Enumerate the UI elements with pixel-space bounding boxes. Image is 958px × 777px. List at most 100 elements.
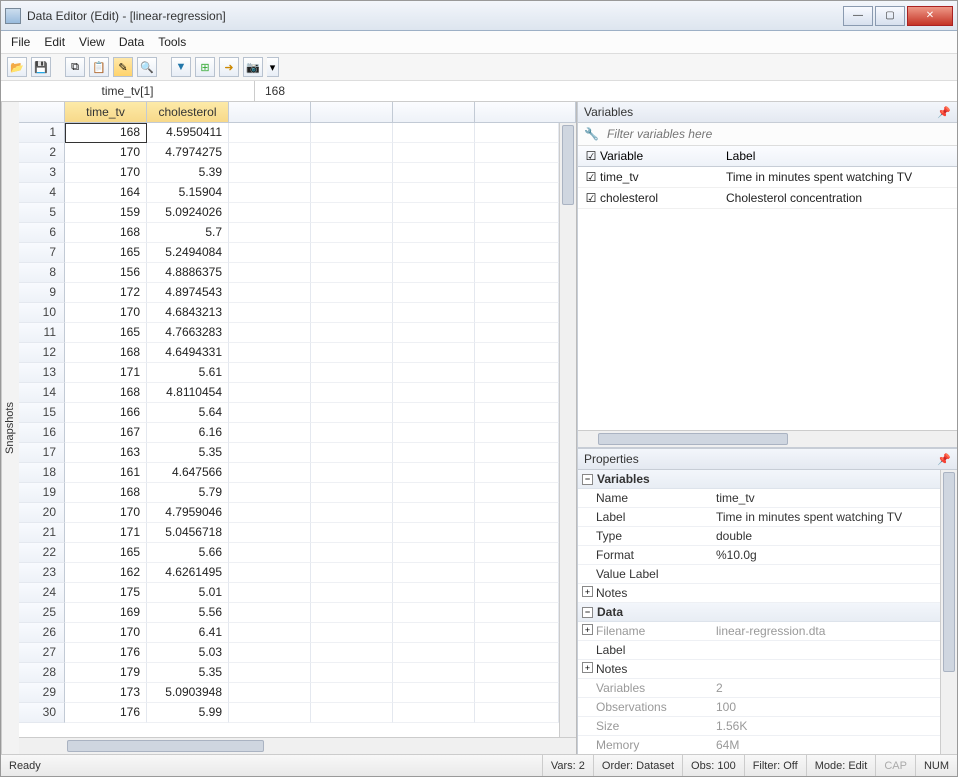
cell-blank[interactable] (475, 643, 559, 663)
row-number[interactable]: 23 (19, 563, 65, 583)
cell-blank[interactable] (229, 263, 311, 283)
cell-blank[interactable] (393, 363, 475, 383)
data-editor-browse-icon[interactable]: 🔍 (137, 57, 157, 77)
property-value[interactable]: 100 (716, 700, 940, 714)
cell[interactable]: 168 (65, 223, 147, 243)
cell[interactable]: 5.0456718 (147, 523, 229, 543)
filter-variables-input[interactable] (605, 126, 951, 142)
cell-blank[interactable] (393, 703, 475, 723)
cell-blank[interactable] (475, 183, 559, 203)
cell[interactable]: 171 (65, 363, 147, 383)
cell-blank[interactable] (393, 523, 475, 543)
cell-blank[interactable] (311, 643, 393, 663)
cell-blank[interactable] (311, 263, 393, 283)
cell-blank[interactable] (393, 623, 475, 643)
cell-blank[interactable] (393, 543, 475, 563)
cell-blank[interactable] (393, 443, 475, 463)
cell-blank[interactable] (475, 363, 559, 383)
cell[interactable]: 176 (65, 703, 147, 723)
row-number[interactable]: 2 (19, 143, 65, 163)
property-row[interactable]: LabelTime in minutes spent watching TV (578, 508, 940, 527)
cell-blank[interactable] (475, 203, 559, 223)
cell[interactable]: 5.61 (147, 363, 229, 383)
cell-blank[interactable] (393, 183, 475, 203)
maximize-button[interactable]: ▢ (875, 6, 905, 26)
cell[interactable]: 172 (65, 283, 147, 303)
label-column-header[interactable]: Label (726, 149, 953, 163)
cell[interactable]: 5.99 (147, 703, 229, 723)
cell-blank[interactable] (229, 323, 311, 343)
cell[interactable]: 165 (65, 543, 147, 563)
properties-section-variables[interactable]: − Variables (578, 470, 940, 489)
cell-blank[interactable] (475, 343, 559, 363)
row-number[interactable]: 17 (19, 443, 65, 463)
cell[interactable]: 173 (65, 683, 147, 703)
expand-icon[interactable]: + (582, 586, 593, 597)
cell-blank[interactable] (475, 523, 559, 543)
cell-blank[interactable] (393, 563, 475, 583)
cell-blank[interactable] (229, 423, 311, 443)
cell-blank[interactable] (229, 363, 311, 383)
property-value[interactable]: 1.56K (716, 719, 940, 733)
cell-blank[interactable] (229, 603, 311, 623)
cell-blank[interactable] (311, 323, 393, 343)
cell-blank[interactable] (311, 463, 393, 483)
cell-blank[interactable] (229, 623, 311, 643)
cell-blank[interactable] (393, 583, 475, 603)
cell-blank[interactable] (229, 143, 311, 163)
property-value[interactable]: 64M (716, 738, 940, 752)
row-number[interactable]: 19 (19, 483, 65, 503)
property-row[interactable]: Observations100 (578, 698, 940, 717)
cell[interactable]: 168 (65, 383, 147, 403)
open-icon[interactable]: 📂 (7, 57, 27, 77)
cell-blank[interactable] (311, 143, 393, 163)
property-value[interactable]: linear-regression.dta (716, 624, 940, 638)
property-value[interactable] (716, 643, 940, 657)
row-number[interactable]: 22 (19, 543, 65, 563)
cell-blank[interactable] (393, 263, 475, 283)
cell-blank[interactable] (475, 263, 559, 283)
close-button[interactable]: ✕ (907, 6, 953, 26)
row-number[interactable]: 16 (19, 423, 65, 443)
cell-blank[interactable] (311, 563, 393, 583)
row-number[interactable]: 9 (19, 283, 65, 303)
cell-blank[interactable] (229, 703, 311, 723)
cell-blank[interactable] (229, 643, 311, 663)
column-header-time-tv[interactable]: time_tv (65, 102, 147, 122)
row-number[interactable]: 24 (19, 583, 65, 603)
row-number[interactable]: 14 (19, 383, 65, 403)
cell-blank[interactable] (311, 443, 393, 463)
row-number[interactable]: 28 (19, 663, 65, 683)
cell[interactable]: 161 (65, 463, 147, 483)
cell-blank[interactable] (393, 123, 475, 143)
cell-blank[interactable] (393, 603, 475, 623)
row-number[interactable]: 27 (19, 643, 65, 663)
row-number[interactable]: 21 (19, 523, 65, 543)
cell-blank[interactable] (229, 443, 311, 463)
cell-blank[interactable] (229, 683, 311, 703)
row-number[interactable]: 25 (19, 603, 65, 623)
properties-section-data[interactable]: − Data (578, 603, 940, 622)
variable-column-header[interactable]: Variable (600, 149, 726, 163)
cell-blank[interactable] (393, 223, 475, 243)
cell[interactable]: 162 (65, 563, 147, 583)
cell-blank[interactable] (311, 683, 393, 703)
cell-blank[interactable] (475, 223, 559, 243)
copy-icon[interactable]: ⧉ (65, 57, 85, 77)
cell[interactable]: 5.2494084 (147, 243, 229, 263)
cell[interactable]: 167 (65, 423, 147, 443)
menu-file[interactable]: File (11, 35, 30, 49)
pin-icon[interactable]: 📌 (937, 453, 951, 466)
cell-blank[interactable] (475, 663, 559, 683)
cell-blank[interactable] (229, 483, 311, 503)
cell-blank[interactable] (475, 703, 559, 723)
row-number[interactable]: 11 (19, 323, 65, 343)
property-row[interactable]: Format%10.0g (578, 546, 940, 565)
cell[interactable]: 166 (65, 403, 147, 423)
cell[interactable]: 4.7959046 (147, 503, 229, 523)
cell[interactable]: 5.56 (147, 603, 229, 623)
cell-blank[interactable] (311, 163, 393, 183)
expand-icon[interactable]: + (582, 624, 593, 635)
cell[interactable]: 4.8974543 (147, 283, 229, 303)
grid-corner[interactable] (19, 102, 65, 122)
